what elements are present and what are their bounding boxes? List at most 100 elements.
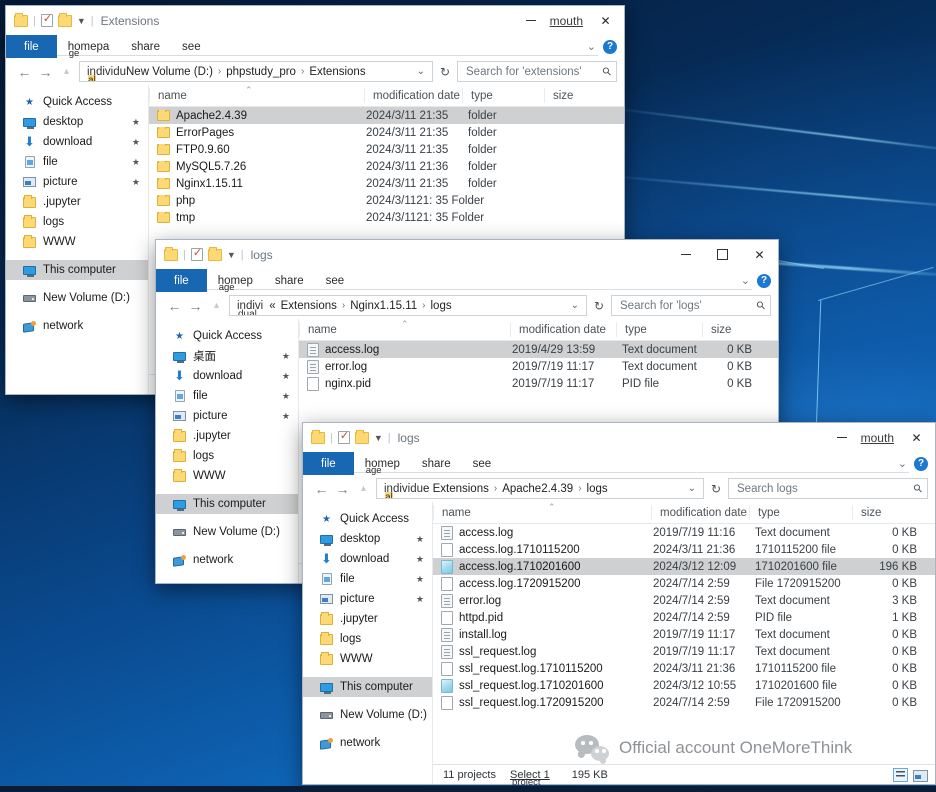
file-name-cell[interactable]: ssl_request.log — [433, 644, 651, 659]
file-name-cell[interactable]: FTP0.9.60 — [149, 143, 364, 156]
sidebar-item-jupyter[interactable]: .jupyter — [156, 426, 298, 446]
sidebar-item-desktop[interactable]: desktop ★ — [303, 529, 432, 549]
file-name-cell[interactable]: install.log — [433, 627, 651, 642]
file-name-cell[interactable]: ssl_request.log.1710201600 — [433, 678, 651, 693]
breadcrumb[interactable]: indivi dual « Extensions › Nginx1.15.11 … — [229, 295, 587, 316]
tab-file[interactable]: file — [303, 452, 354, 475]
help-icon[interactable]: ? — [757, 273, 771, 288]
file-name-cell[interactable]: Nginx1.15.11 — [149, 177, 364, 190]
tab-home[interactable]: homep age — [207, 269, 264, 294]
table-row[interactable]: php 2024/3/1121: 35 Folder — [149, 192, 624, 209]
table-row[interactable]: access.log.1720915200 2024/7/14 2:59 File … — [433, 575, 935, 592]
close-button[interactable]: ✕ — [741, 240, 778, 269]
sidebar-item-download[interactable]: ⬇ download ★ — [156, 366, 298, 386]
table-row[interactable]: httpd.pid 2024/7/14 2:59 PID file 1 KB — [433, 609, 935, 626]
tab-home[interactable]: homepa ge — [57, 35, 121, 60]
chevron-down-icon[interactable]: ⌄ — [587, 40, 596, 53]
up-button[interactable]: ▴ — [58, 66, 75, 77]
sidebar-item-file[interactable]: file ★ — [6, 152, 148, 172]
navigation-pane[interactable]: ★ Quick Access desktop ★ ⬇ download ★ file ★ … — [6, 85, 149, 394]
column-header-name[interactable]: name — [433, 505, 651, 520]
sidebar-item-jupyter[interactable]: .jupyter — [303, 609, 432, 629]
forward-button[interactable]: → — [37, 64, 54, 80]
pin-icon[interactable]: ★ — [132, 157, 140, 168]
table-row[interactable]: error.log 2024/7/14 2:59 Text document 3 KB — [433, 592, 935, 609]
breadcrumb-dropdown-icon[interactable]: ⌄ — [567, 300, 583, 311]
pin-icon[interactable]: ★ — [282, 371, 290, 382]
tab-view[interactable]: see — [462, 452, 503, 475]
properties-icon[interactable] — [40, 12, 53, 27]
pin-icon[interactable]: ★ — [282, 411, 290, 422]
pin-icon[interactable]: ★ — [416, 554, 424, 565]
breadcrumb-dropdown-icon[interactable]: ⌄ — [413, 66, 429, 77]
column-headers[interactable]: ⌃ name modification date type size — [299, 319, 778, 341]
sidebar-item-network[interactable]: network — [156, 550, 298, 570]
sidebar-item-picture[interactable]: picture ★ — [6, 172, 148, 192]
close-button[interactable]: ✕ — [898, 423, 935, 452]
chevron-down-icon[interactable]: ⌄ — [741, 274, 750, 287]
nav-header-quick-access[interactable]: ★ Quick Access — [6, 92, 148, 112]
chevron-down-icon[interactable]: ▼ — [227, 250, 236, 260]
tab-view[interactable]: see — [315, 269, 356, 292]
properties-icon[interactable] — [337, 429, 350, 444]
tab-file[interactable]: file — [6, 35, 57, 58]
quick-access-toolbar[interactable]: | ▼ | — [6, 12, 94, 27]
large-icons-view-icon[interactable] — [912, 768, 928, 782]
close-button[interactable]: ✕ — [587, 6, 624, 35]
table-row[interactable]: access.log 2019/7/19 11:16 Text document 0 … — [433, 524, 935, 541]
breadcrumb-overflow-icon[interactable]: « — [269, 300, 275, 312]
file-rows[interactable]: access.log 2019/7/19 11:16 Text document 0 … — [433, 524, 935, 764]
tab-home[interactable]: homep age — [354, 452, 411, 477]
window-controls[interactable]: ✕ — [667, 240, 778, 269]
file-name-cell[interactable]: access.log.1720915200 — [433, 576, 651, 591]
back-button[interactable]: ← — [313, 481, 330, 497]
refresh-icon[interactable]: ↻ — [591, 299, 607, 313]
pin-icon[interactable]: ★ — [416, 534, 424, 545]
maximize-button[interactable] — [704, 240, 741, 269]
sidebar-item-www[interactable]: WWW — [156, 466, 298, 486]
file-name-cell[interactable]: access.log — [299, 342, 510, 357]
view-toggle-group[interactable] — [893, 767, 935, 782]
table-row[interactable]: access.log.1710115200 2024/3/11 21:36 1710… — [433, 541, 935, 558]
new-folder-icon[interactable] — [207, 246, 222, 261]
table-row[interactable]: ssl_request.log.1710115200 2024/3/11 21:3… — [433, 660, 935, 677]
refresh-icon[interactable]: ↻ — [708, 482, 724, 496]
sidebar-item-network[interactable]: network — [6, 316, 148, 336]
file-name-cell[interactable]: ssl_request.log.1720915200 — [433, 695, 651, 710]
back-button[interactable]: ← — [166, 298, 183, 314]
nav-header-quick-access[interactable]: ★ Quick Access — [303, 509, 432, 529]
search-input[interactable]: Search for 'extensions' ⚲ — [457, 61, 617, 82]
sidebar-item-download[interactable]: ⬇ download ★ — [6, 132, 148, 152]
address-bar[interactable]: ← → ▴ indivi dual « Extensions › Nginx1.… — [156, 292, 778, 319]
column-headers[interactable]: ⌃ name modification date type size — [433, 502, 935, 524]
title-bar[interactable]: | ▼ | logs ✕ — [156, 240, 778, 269]
pin-icon[interactable]: ★ — [132, 177, 140, 188]
table-row[interactable]: access.log 2019/4/29 13:59 Text document 0 … — [299, 341, 778, 358]
file-name-cell[interactable]: ssl_request.log.1710115200 — [433, 661, 651, 676]
table-row[interactable]: ssl_request.log.1710201600 2024/3/12 10:5… — [433, 677, 935, 694]
sidebar-item-logs[interactable]: logs — [303, 629, 432, 649]
file-name-cell[interactable]: tmp — [149, 211, 364, 224]
table-row[interactable]: ssl_request.log 2019/7/19 11:17 Text docum… — [433, 643, 935, 660]
up-button[interactable]: ▴ — [208, 300, 225, 311]
file-name-cell[interactable]: error.log — [299, 359, 510, 374]
sidebar-item-file[interactable]: file ★ — [156, 386, 298, 406]
column-header-type[interactable]: type — [749, 505, 852, 520]
tab-share[interactable]: share — [264, 269, 315, 292]
sidebar-item-desktop[interactable]: desktop ★ — [6, 112, 148, 132]
forward-button[interactable]: → — [187, 298, 204, 314]
file-name-cell[interactable]: access.log.1710201600 — [433, 559, 651, 574]
sidebar-item-new-volume[interactable]: New Volume (D:) — [156, 522, 298, 542]
file-name-cell[interactable]: nginx.pid — [299, 376, 510, 391]
new-folder-icon[interactable] — [57, 12, 72, 27]
sidebar-item-picture[interactable]: picture ★ — [156, 406, 298, 426]
column-header-date[interactable]: modification date — [651, 505, 749, 520]
quick-access-toolbar[interactable]: | ▼ | — [303, 429, 391, 444]
breadcrumb-item[interactable]: phpstudy_pro — [226, 66, 296, 78]
column-header-size[interactable]: size — [852, 505, 927, 520]
file-name-cell[interactable]: MySQL5.7.26 — [149, 160, 364, 173]
navigation-pane[interactable]: ★ Quick Access desktop ★ ⬇ download ★ file ★ … — [303, 502, 433, 784]
explorer-window-apache-logs[interactable]: | ▼ | logs mouth ✕ file homep age share … — [302, 422, 936, 788]
file-name-cell[interactable]: httpd.pid — [433, 610, 651, 625]
nav-header-quick-access[interactable]: ★ Quick Access — [156, 326, 298, 346]
